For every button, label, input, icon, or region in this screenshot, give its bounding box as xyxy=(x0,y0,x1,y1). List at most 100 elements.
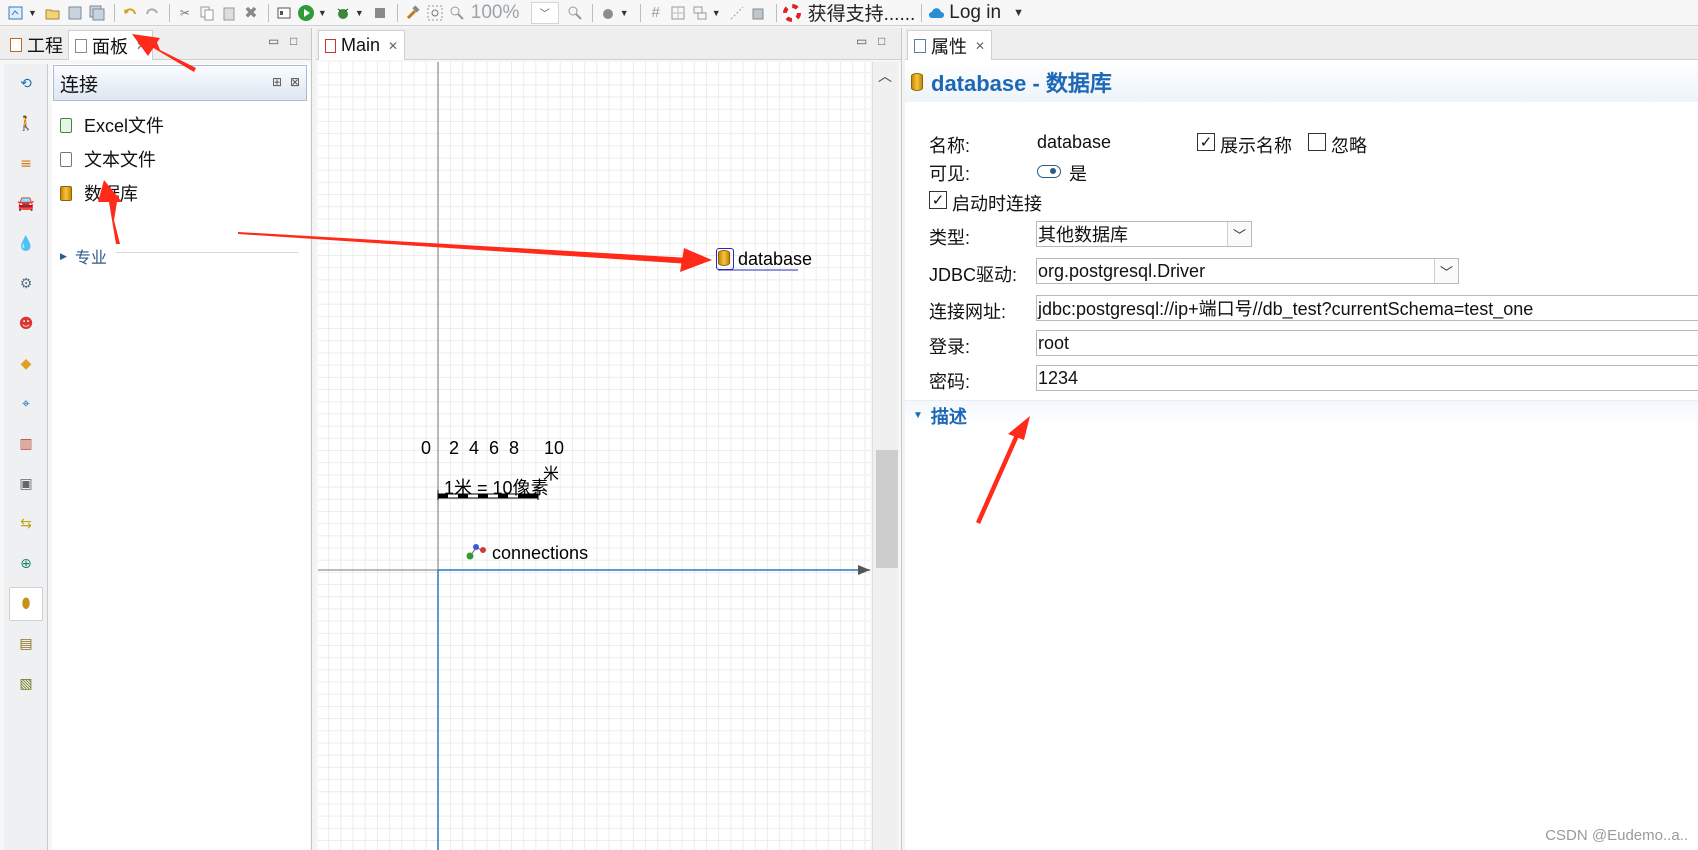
checkmark-icon: ✓ xyxy=(1199,133,1213,151)
pictures-icon[interactable]: ▤ xyxy=(9,627,43,661)
name-value[interactable]: database xyxy=(1037,132,1111,153)
close-icon[interactable]: ✕ xyxy=(136,39,146,53)
chevron-up-icon[interactable]: ︿ xyxy=(878,66,892,86)
debug-icon[interactable] xyxy=(333,3,353,23)
material-handling-icon[interactable]: ⚙ xyxy=(9,267,43,301)
type-select[interactable]: 其他数据库 ﹀ xyxy=(1036,221,1252,247)
save-all-icon[interactable] xyxy=(87,3,107,23)
ignore-label: 忽略 xyxy=(1331,136,1367,156)
close-icon[interactable]: ✕ xyxy=(388,39,398,53)
maximize-icon[interactable]: □ xyxy=(290,34,297,48)
build-icon[interactable] xyxy=(274,3,294,23)
pan-hand-icon[interactable] xyxy=(598,3,618,23)
close-icon[interactable]: ⊠ xyxy=(290,75,300,89)
toolbar-separator xyxy=(591,3,593,22)
lifebuoy-icon[interactable] xyxy=(782,3,802,23)
palette-item-label: 数据库 xyxy=(84,184,138,204)
palette-category-bar: ⟲ 🚶 ≡ 🚘 💧 ⚙ ☻ ◆ ⌖ ▥ ▣ ⇆ ⊕ ⬮ ▤ ▧ xyxy=(4,64,48,850)
pan-dropdown-icon[interactable]: ▼ xyxy=(620,8,629,18)
jdbc-driver-label: JDBC驱动: xyxy=(929,265,1018,285)
connectivity-icon[interactable]: ⇆ xyxy=(9,507,43,541)
palette-group-professional[interactable]: ▶ 专业 xyxy=(60,244,107,268)
zoom-level[interactable]: 100% xyxy=(471,2,531,24)
tab-properties[interactable]: 属性 ✕ xyxy=(907,30,993,60)
tab-main[interactable]: Main ✕ xyxy=(318,30,406,60)
pedestrian-icon[interactable]: 🚶 xyxy=(9,107,43,141)
connection-url-field[interactable]: jdbc:postgresql://ip+端口号//db_test?curren… xyxy=(1036,295,1698,321)
minimize-icon[interactable]: ▭ xyxy=(856,34,867,48)
grid-view-icon[interactable]: ⊞ xyxy=(272,75,282,89)
properties-title: database - 数据库 xyxy=(931,71,1112,96)
expand-triangle-icon: ▶ xyxy=(60,250,67,261)
paste-icon[interactable] xyxy=(219,3,239,23)
connection-icon[interactable]: ⬮ xyxy=(9,587,43,621)
palette-item-text-file[interactable]: 文本文件 xyxy=(60,146,156,172)
presentation-icon[interactable]: ◆ xyxy=(9,347,43,381)
ignore-checkbox[interactable] xyxy=(1308,133,1326,151)
stop-icon[interactable] xyxy=(370,3,390,23)
tab-palette[interactable]: 面板 ✕ xyxy=(68,30,154,60)
open-icon[interactable] xyxy=(43,3,63,23)
tab-project[interactable]: 工程 xyxy=(4,30,69,60)
run-dropdown-icon[interactable]: ▼ xyxy=(318,8,327,18)
database-icon xyxy=(911,73,923,91)
zoom-dropdown[interactable]: ﹀ xyxy=(530,1,559,24)
export-icon[interactable] xyxy=(749,3,769,23)
process-icon[interactable]: ⟲ xyxy=(9,67,43,101)
graphical-editor-canvas[interactable]: 0 2 4 6 8 10 米 1米 = 10像素 database connec… xyxy=(318,62,870,850)
redo-icon[interactable] xyxy=(142,3,162,23)
password-field[interactable]: 1234 xyxy=(1036,365,1698,391)
copy-icon[interactable] xyxy=(197,3,217,23)
cut-icon[interactable]: ✂ xyxy=(175,3,195,23)
minimize-icon[interactable]: ▭ xyxy=(268,34,279,48)
show-name-checkbox[interactable]: ✓ xyxy=(1197,133,1215,151)
scrollbar-thumb[interactable] xyxy=(876,450,898,568)
agent-icon[interactable]: ☻ xyxy=(9,307,43,341)
palette-item-excel[interactable]: Excel文件 xyxy=(60,112,164,138)
fluid-icon[interactable]: 💧 xyxy=(9,227,43,261)
debug-dropdown-icon[interactable]: ▼ xyxy=(355,8,364,18)
system-dynamics-icon[interactable]: ⊕ xyxy=(9,547,43,581)
zoom-out-icon[interactable] xyxy=(447,3,467,23)
3d-objects-icon[interactable]: ▧ xyxy=(9,667,43,701)
close-icon[interactable]: ✕ xyxy=(975,39,985,53)
connections-element[interactable]: connections xyxy=(466,542,588,565)
grid-icon[interactable]: # xyxy=(646,3,666,23)
connector-icon[interactable] xyxy=(727,3,747,23)
jdbc-driver-select[interactable]: org.postgresql.Driver ﹀ xyxy=(1036,258,1459,284)
delete-icon[interactable]: ✖ xyxy=(241,3,261,23)
login-dropdown-icon[interactable]: ▼ xyxy=(1013,7,1024,19)
chevron-down-icon[interactable]: ﹀ xyxy=(1434,259,1458,283)
new-dropdown-icon[interactable]: ▼ xyxy=(28,8,37,18)
rail-icon[interactable]: ≡ xyxy=(9,147,43,181)
description-section-label: 描述 xyxy=(930,406,967,427)
space-markup-icon[interactable]: ⌖ xyxy=(9,387,43,421)
align-dropdown-icon[interactable]: ▼ xyxy=(712,8,721,18)
chevron-down-icon[interactable]: ﹀ xyxy=(1227,222,1251,246)
login-field[interactable]: root xyxy=(1036,330,1698,356)
login-button[interactable]: Log in xyxy=(949,2,1001,24)
zoom-region-icon[interactable] xyxy=(425,3,445,23)
database-element[interactable]: database xyxy=(716,248,812,270)
snap-icon[interactable] xyxy=(668,3,688,23)
connect-on-start-checkbox[interactable]: ✓ xyxy=(929,191,947,209)
car-icon[interactable]: 🚘 xyxy=(9,187,43,221)
connect-on-start-label: 启动时连接 xyxy=(952,194,1042,214)
description-section[interactable]: ▼ 描述 xyxy=(905,400,1698,430)
run-icon[interactable] xyxy=(296,3,316,23)
align-icon[interactable] xyxy=(690,3,710,23)
get-support-button[interactable]: 获得支持...... xyxy=(808,0,916,26)
maximize-icon[interactable]: □ xyxy=(878,34,885,48)
palette-item-database[interactable]: 数据库 xyxy=(60,180,138,206)
analysis-icon[interactable]: ▥ xyxy=(9,427,43,461)
visible-toggle[interactable] xyxy=(1037,165,1061,178)
zoom-in-icon[interactable] xyxy=(565,3,585,23)
agent-type-icon xyxy=(325,38,336,53)
vertical-scrollbar[interactable]: ︿ xyxy=(872,62,898,850)
hammer-icon[interactable] xyxy=(403,3,423,23)
new-model-icon[interactable] xyxy=(6,3,26,23)
controls-icon[interactable]: ▣ xyxy=(9,467,43,501)
undo-icon[interactable] xyxy=(120,3,140,23)
palette-item-label: Excel文件 xyxy=(84,116,165,136)
save-icon[interactable] xyxy=(65,3,85,23)
